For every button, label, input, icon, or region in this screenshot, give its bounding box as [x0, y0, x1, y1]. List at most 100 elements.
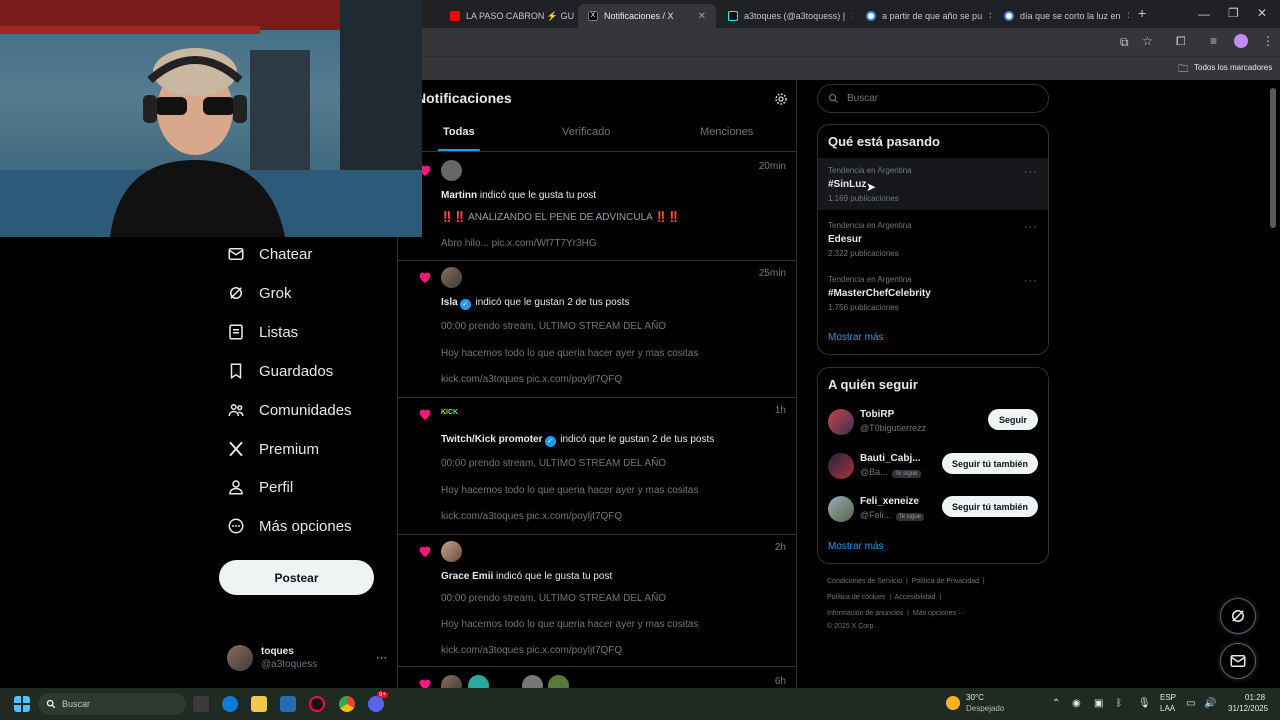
- avatar[interactable]: [828, 496, 854, 522]
- nav-item-chat[interactable]: Chatear: [227, 245, 312, 263]
- avatar[interactable]: [441, 675, 462, 688]
- search-input[interactable]: Buscar: [62, 699, 90, 709]
- footer-link[interactable]: Condiciones de Servicio: [827, 578, 902, 585]
- kebab-menu-icon[interactable]: ⋮: [1262, 34, 1274, 48]
- footer-link[interactable]: Política de Privacidad: [912, 578, 979, 585]
- avatar[interactable]: [548, 675, 569, 688]
- follow-suggestion[interactable]: Bauti_Cabj... @Ba... Te sigue Seguir tú …: [818, 447, 1048, 487]
- close-icon[interactable]: ✕: [1127, 11, 1129, 22]
- all-bookmarks[interactable]: Todos los marcadores: [1194, 63, 1272, 72]
- scrollbar[interactable]: [1270, 88, 1276, 228]
- minimize-icon[interactable]: —: [1198, 7, 1210, 21]
- microphone-icon[interactable]: 🎙: [1138, 698, 1151, 709]
- post-button[interactable]: Postear: [219, 560, 374, 595]
- tray-icon[interactable]: ▣: [1094, 698, 1103, 709]
- star-icon[interactable]: ☆: [1142, 34, 1153, 48]
- follow-suggestion[interactable]: TobiRP @T0bigutierrezz Seguir: [818, 403, 1048, 443]
- footer-link[interactable]: Política de cookies: [827, 594, 885, 601]
- tray-icon[interactable]: ◉: [1072, 698, 1081, 709]
- notification-item[interactable]: 20min Martinn indicó que le gusta tu pos…: [398, 152, 796, 260]
- store-icon[interactable]: [280, 696, 296, 712]
- account-switcher[interactable]: toques @a3toquess ···: [227, 642, 387, 674]
- clock-date[interactable]: 31/12/2025: [1228, 704, 1268, 713]
- nav-item-more[interactable]: Más opciones: [227, 517, 352, 535]
- browser-tab[interactable]: a partir de que año se pu ✕: [856, 4, 991, 28]
- show-more-link[interactable]: Mostrar más: [828, 332, 884, 343]
- app-icon[interactable]: [309, 696, 325, 712]
- follow-back-button[interactable]: Seguir tú también: [941, 496, 1038, 517]
- footer-link[interactable]: Accesibilidad: [895, 594, 936, 601]
- notification-item[interactable]: KICK 1h Twitch/Kick promoter ✓ indicó que…: [398, 398, 796, 534]
- windows-start-icon[interactable]: [14, 696, 30, 712]
- monitor-icon[interactable]: ▭: [1186, 698, 1195, 709]
- browser-tab[interactable]: a3toques (@a3toquess) | ✕: [718, 4, 853, 28]
- nav-item-communities[interactable]: Comunidades: [227, 401, 352, 419]
- follow-back-button[interactable]: Seguir tú también: [941, 453, 1038, 474]
- trend-item[interactable]: Tendencia en Argentina #MasterChefCelebr…: [818, 267, 1048, 319]
- profile-avatar-icon[interactable]: [1234, 34, 1248, 48]
- messages-fab-button[interactable]: [1220, 643, 1256, 679]
- avatar[interactable]: [441, 541, 462, 562]
- file-explorer-icon[interactable]: [251, 696, 267, 712]
- taskbar-search[interactable]: Buscar: [38, 693, 186, 715]
- avatar[interactable]: [828, 453, 854, 479]
- avatar[interactable]: [441, 160, 462, 181]
- bluetooth-icon[interactable]: ᛒ: [1116, 698, 1122, 709]
- notification-item[interactable]: 2h Grace Emii indicó que le gusta tu pos…: [398, 535, 796, 666]
- follow-suggestion[interactable]: Feli_xeneize @Feli... Te sigue Seguir tú…: [818, 490, 1048, 530]
- speaker-icon[interactable]: 🔊: [1204, 698, 1216, 709]
- maximize-icon[interactable]: ❐: [1228, 6, 1239, 20]
- new-tab-button[interactable]: +: [1138, 5, 1146, 21]
- footer-link[interactable]: Información de anuncios: [827, 610, 903, 617]
- nav-item-premium[interactable]: Premium: [227, 440, 319, 458]
- trend-item[interactable]: Tendencia en Argentina #SinLuz 1.169 pub…: [818, 158, 1048, 210]
- close-icon[interactable]: ✕: [988, 11, 991, 22]
- gear-icon[interactable]: [774, 92, 788, 106]
- close-icon[interactable]: ✕: [698, 11, 706, 22]
- discord-icon[interactable]: [368, 696, 384, 712]
- nav-item-lists[interactable]: Listas: [227, 323, 298, 341]
- chevron-up-icon[interactable]: ⌃: [1052, 698, 1060, 709]
- user-name[interactable]: Twitch/Kick promoter: [441, 434, 543, 445]
- footer-link[interactable]: Más opciones ···: [913, 610, 965, 617]
- grok-fab-button[interactable]: [1220, 598, 1256, 634]
- user-name[interactable]: Bauti_Cabj...: [860, 453, 921, 464]
- more-icon[interactable]: ···: [1024, 221, 1038, 233]
- edge-icon[interactable]: [222, 696, 238, 712]
- user-name[interactable]: Martinn: [441, 190, 477, 201]
- task-view-icon[interactable]: [193, 696, 209, 712]
- avatar[interactable]: [441, 267, 462, 288]
- browser-tab-active[interactable]: X Notificaciones / X ✕: [578, 4, 716, 28]
- window-close-icon[interactable]: ✕: [1257, 6, 1267, 20]
- avatar[interactable]: [468, 675, 489, 688]
- extensions-icon[interactable]: ⧠: [1176, 34, 1186, 49]
- user-name[interactable]: Feli_xeneize: [860, 496, 919, 507]
- avatar[interactable]: [828, 409, 854, 435]
- follow-button[interactable]: Seguir: [988, 409, 1038, 430]
- show-more-link[interactable]: Mostrar más: [828, 541, 884, 552]
- user-name[interactable]: TobiRP: [860, 409, 894, 420]
- notification-item[interactable]: 25min Isla ✓ indicó que le gustan 2 de tu…: [398, 261, 796, 397]
- tab-verified[interactable]: Verificado: [562, 126, 610, 138]
- weather-icon[interactable]: [946, 696, 960, 710]
- user-name[interactable]: Grace Emii: [441, 571, 493, 582]
- browser-tab[interactable]: día que se corto la luz en ✕: [994, 4, 1129, 28]
- browser-tab[interactable]: LA PASO CABRON ⚡ GU ✕: [440, 4, 575, 28]
- nav-item-grok[interactable]: Grok: [227, 284, 292, 302]
- nav-item-profile[interactable]: Perfil: [227, 478, 293, 496]
- language-indicator[interactable]: ESP: [1160, 693, 1176, 702]
- search-box[interactable]: Buscar: [817, 84, 1049, 113]
- avatar[interactable]: [522, 675, 543, 688]
- user-name[interactable]: Isla: [441, 297, 458, 308]
- kick-logo-icon[interactable]: KICK: [441, 409, 458, 416]
- nav-item-bookmarks[interactable]: Guardados: [227, 362, 333, 380]
- more-icon[interactable]: ···: [376, 652, 387, 664]
- more-icon[interactable]: ···: [1024, 166, 1038, 178]
- media-icon[interactable]: ≡: [1210, 34, 1217, 48]
- search-input[interactable]: Buscar: [847, 93, 878, 104]
- more-icon[interactable]: ···: [1024, 275, 1038, 287]
- chrome-icon[interactable]: [339, 696, 355, 712]
- clock-time[interactable]: 01:28: [1245, 693, 1265, 702]
- cast-icon[interactable]: ⧉: [1120, 35, 1129, 50]
- notification-item[interactable]: 6h: [398, 667, 796, 688]
